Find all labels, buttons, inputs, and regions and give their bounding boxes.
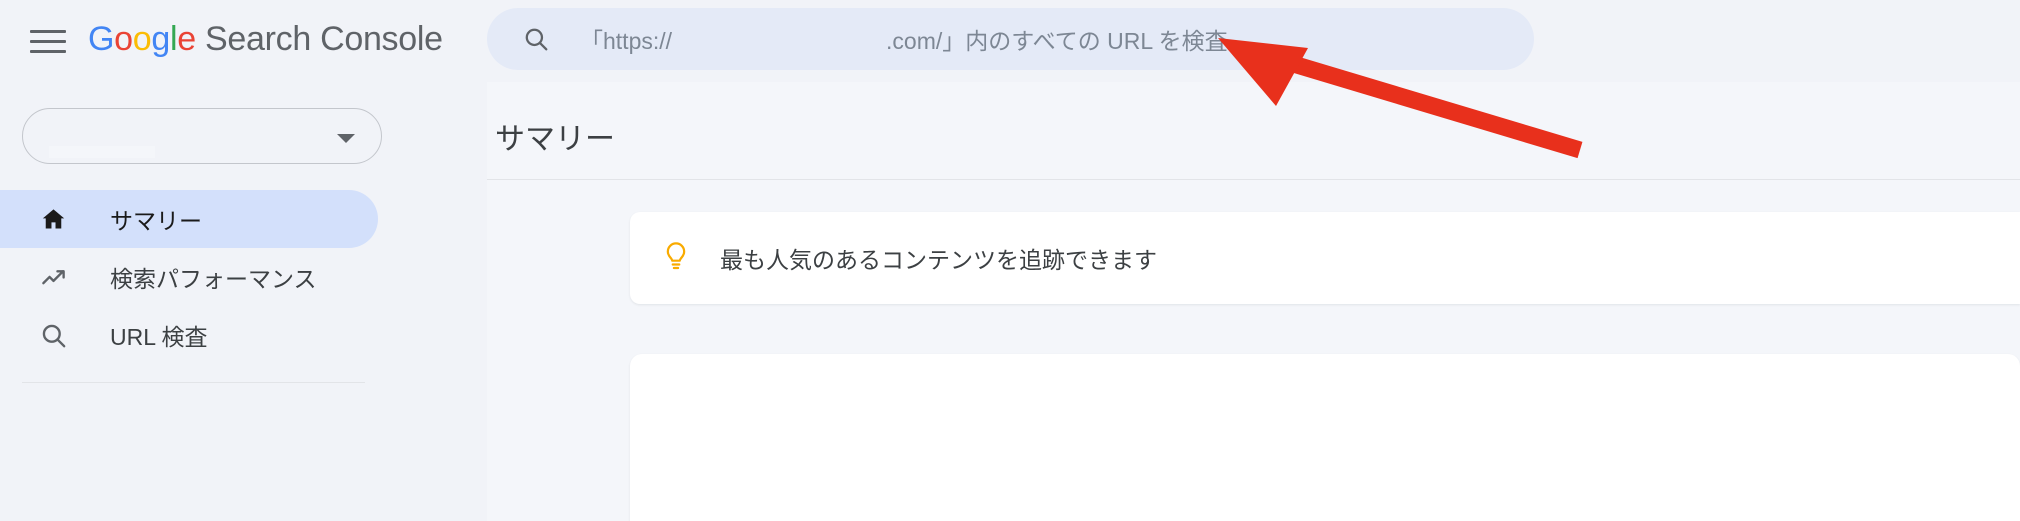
hamburger-menu-icon[interactable] — [30, 23, 66, 59]
performance-card[interactable] — [630, 354, 2020, 521]
logo-letter-o2: o — [132, 20, 152, 58]
sidebar-item-label: URL 検査 — [110, 324, 208, 350]
main-content: サマリー 最も人気のあるコンテンツを追跡できます — [487, 82, 2020, 521]
hamburger-line — [30, 49, 66, 53]
logo-letter-o1: o — [114, 20, 133, 58]
product-name-text: Search Console — [205, 20, 443, 58]
sidebar-item-label: サマリー — [110, 208, 202, 234]
property-selector[interactable] — [22, 108, 382, 164]
search-input[interactable]: 「https:// .com/」内のすべての URL を検査 — [487, 8, 1534, 70]
property-selector-value — [49, 109, 155, 165]
search-placeholder-text: 「https:// .com/」内のすべての URL を検査 — [580, 8, 1506, 70]
search-placeholder-suffix: .com/」内のすべての URL を検査 — [886, 28, 1228, 54]
chevron-down-icon[interactable] — [337, 134, 355, 143]
brand-logo[interactable]: Google Search Console — [88, 14, 443, 64]
search-icon — [38, 320, 68, 350]
logo-letter-e: e — [177, 20, 196, 58]
search-placeholder-prefix: 「https:// — [580, 28, 673, 54]
sidebar-item-url-inspection[interactable]: URL 検査 — [0, 306, 487, 364]
google-search-console-window: Google Search Console 「https:// .com/」内のす… — [0, 0, 2020, 521]
logo-letter-g2: g — [151, 20, 170, 58]
hamburger-line — [30, 39, 66, 43]
sidebar-nav-list: サマリー 検索パフォーマンス URL 検査 — [0, 190, 487, 364]
home-icon — [38, 204, 68, 234]
lightbulb-icon — [666, 242, 686, 270]
logo-letter-g: G — [88, 20, 115, 58]
search-icon — [525, 28, 548, 51]
trending-up-icon — [38, 262, 68, 292]
hamburger-line — [30, 29, 66, 33]
title-divider — [487, 179, 2020, 180]
tip-card-text: 最も人気のあるコンテンツを追跡できます — [720, 247, 1157, 273]
sidebar-item-label: 検索パフォーマンス — [110, 266, 317, 292]
sidebar: サマリー 検索パフォーマンス URL 検査 — [0, 82, 487, 521]
redacted-property-name — [49, 146, 155, 158]
page-title: サマリー — [495, 123, 615, 156]
tip-card[interactable]: 最も人気のあるコンテンツを追跡できます — [630, 212, 2020, 304]
product-name — [196, 20, 205, 58]
sidebar-divider — [22, 382, 365, 383]
sidebar-item-search-performance[interactable]: 検索パフォーマンス — [0, 248, 487, 306]
top-bar: Google Search Console 「https:// .com/」内のす… — [0, 0, 2020, 82]
sidebar-item-summary[interactable]: サマリー — [0, 190, 378, 248]
redacted-domain — [672, 27, 887, 51]
